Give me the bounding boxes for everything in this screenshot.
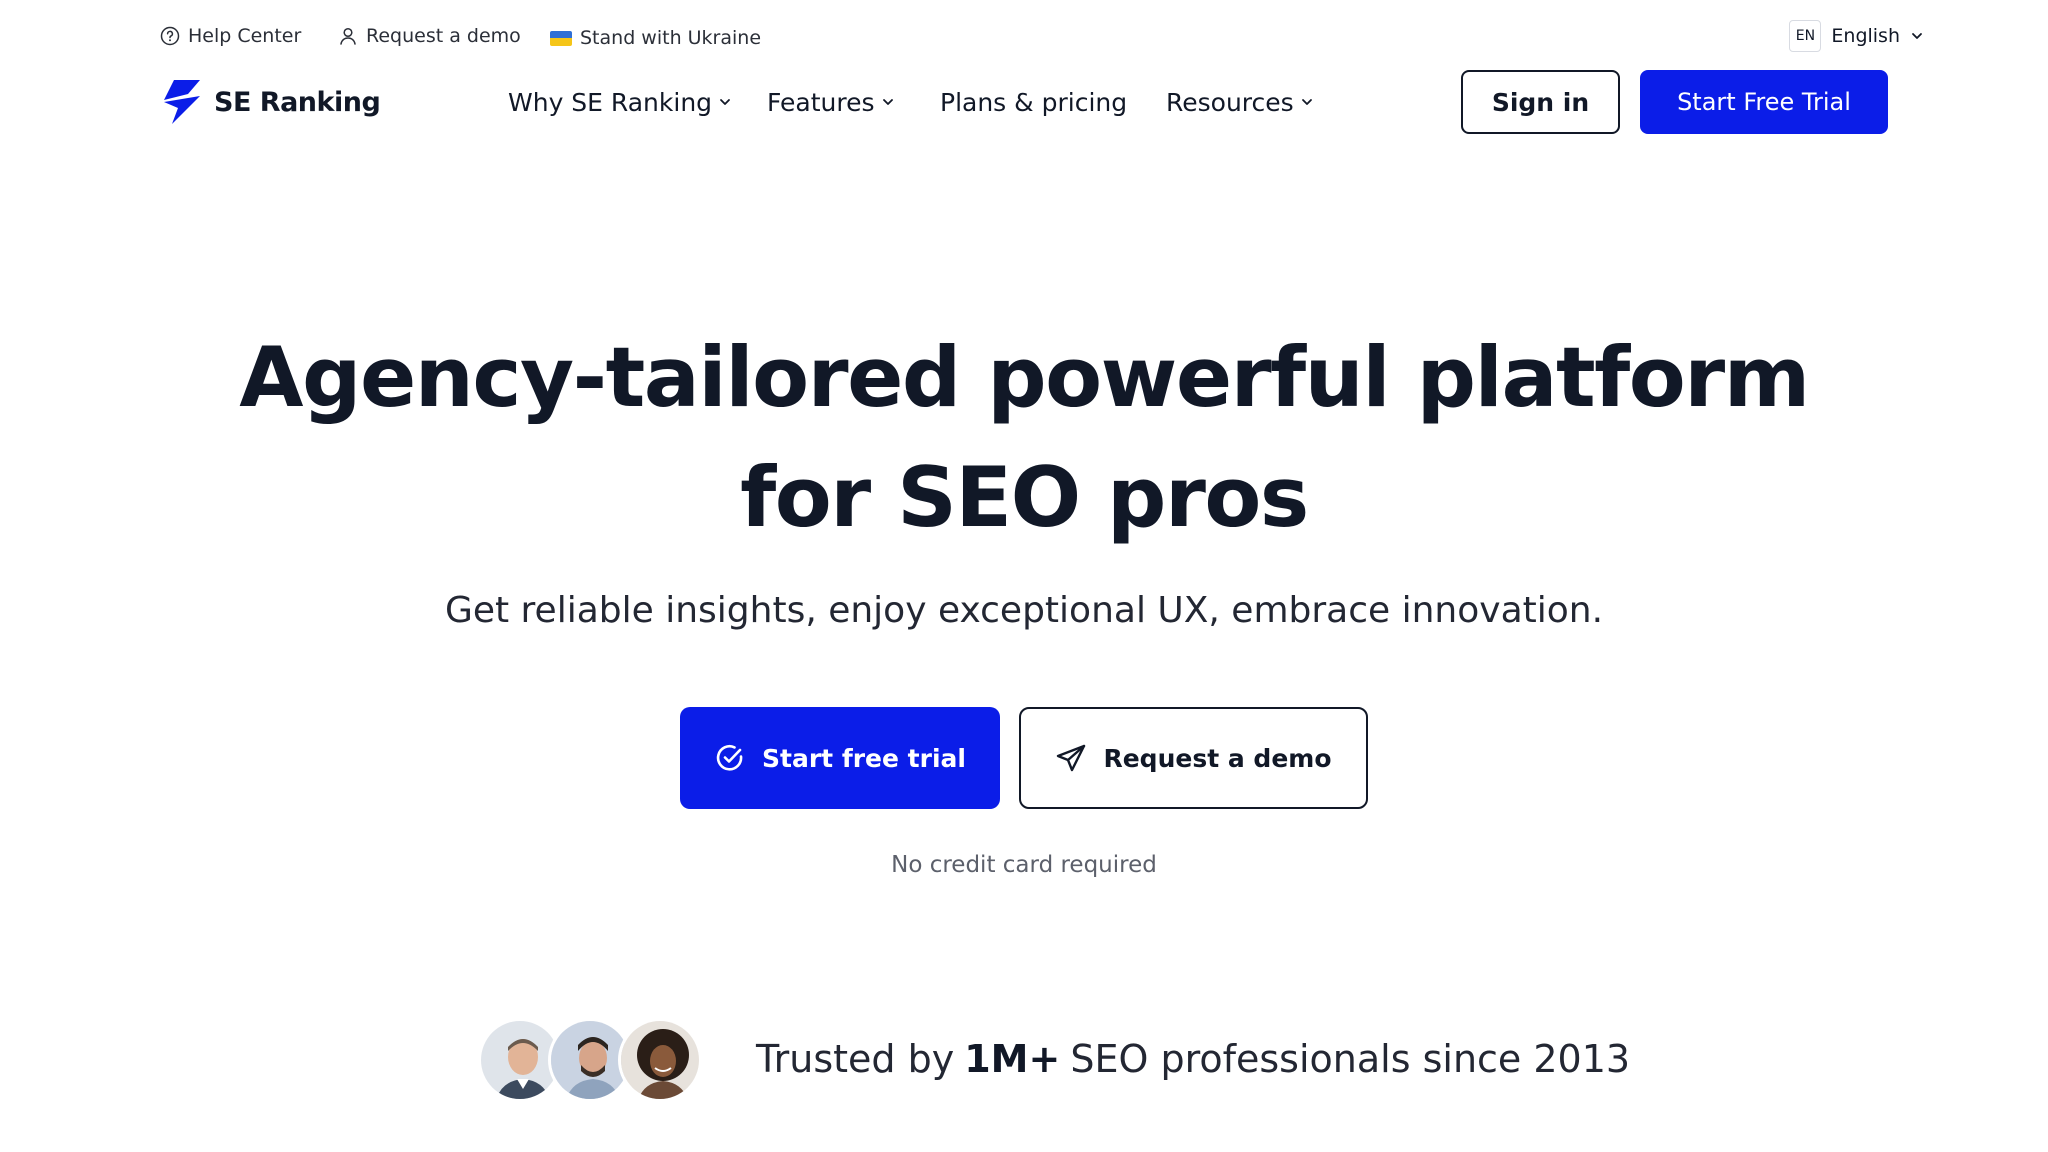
chevron-down-icon: [720, 99, 730, 105]
nav-features-label: Features: [767, 87, 875, 117]
trust-highlight: 1M+: [964, 1037, 1061, 1081]
request-demo-button-label: Request a demo: [1103, 743, 1332, 773]
request-demo-button[interactable]: Request a demo: [1019, 707, 1368, 809]
user-icon: [340, 27, 356, 45]
nav-plans-pricing[interactable]: Plans & pricing: [940, 84, 1127, 120]
logo[interactable]: SE Ranking: [160, 76, 381, 128]
language-name: English: [1831, 25, 1900, 47]
hero-subtitle: Get reliable insights, enjoy exceptional…: [444, 590, 1604, 631]
start-free-trial-header-button[interactable]: Start Free Trial: [1640, 70, 1888, 134]
language-selector[interactable]: EN English: [1789, 20, 1924, 52]
ukraine-label: Stand with Ukraine: [580, 27, 762, 49]
sign-in-button[interactable]: Sign in: [1461, 70, 1620, 134]
trust-prefix: Trusted by: [756, 1037, 955, 1081]
hero-title-line-1: Agency-tailored powerful platform: [239, 329, 1810, 426]
chevron-down-icon: [1301, 99, 1312, 105]
ukraine-flag-icon: [550, 30, 572, 46]
check-circle-icon: [716, 745, 743, 771]
chevron-down-icon: [882, 99, 893, 105]
hero-title: Agency-tailored powerful platform for SE…: [0, 318, 2048, 558]
trust-suffix: SEO professionals since 2013: [1070, 1037, 1631, 1081]
nav-resources[interactable]: Resources: [1166, 84, 1314, 120]
avatar: [618, 1018, 702, 1102]
request-demo-label: Request a demo: [366, 25, 521, 47]
nav-why-se-ranking-label: Why SE Ranking: [508, 87, 713, 117]
help-circle-icon: [160, 26, 180, 46]
help-center-link[interactable]: Help Center: [160, 22, 301, 50]
no-credit-card-note: No credit card required: [891, 852, 1157, 878]
chevron-down-icon: [1912, 33, 1922, 39]
nav-resources-label: Resources: [1166, 87, 1294, 117]
start-free-trial-label: Start free trial: [762, 743, 966, 773]
logo-text: SE Ranking: [214, 86, 381, 118]
start-free-trial-header-label: Start Free Trial: [1677, 88, 1851, 116]
start-free-trial-button[interactable]: Start free trial: [680, 707, 1000, 809]
nav-features[interactable]: Features: [767, 84, 895, 120]
se-ranking-logo-icon: [164, 80, 200, 124]
ukraine-link[interactable]: Stand with Ukraine: [550, 24, 761, 52]
paper-plane-icon: [1057, 744, 1086, 772]
sign-in-label: Sign in: [1491, 87, 1590, 117]
language-code: EN: [1789, 20, 1822, 52]
nav-why-se-ranking[interactable]: Why SE Ranking: [508, 84, 732, 120]
trust-statement: Trusted by 1M+ SEO professionals since 2…: [756, 1034, 1630, 1084]
hero-title-line-2: for SEO pros: [740, 449, 1309, 546]
avatar-group: [478, 1018, 718, 1102]
help-center-label: Help Center: [188, 25, 302, 47]
request-demo-link[interactable]: Request a demo: [338, 22, 521, 50]
nav-plans-pricing-label: Plans & pricing: [940, 87, 1128, 117]
